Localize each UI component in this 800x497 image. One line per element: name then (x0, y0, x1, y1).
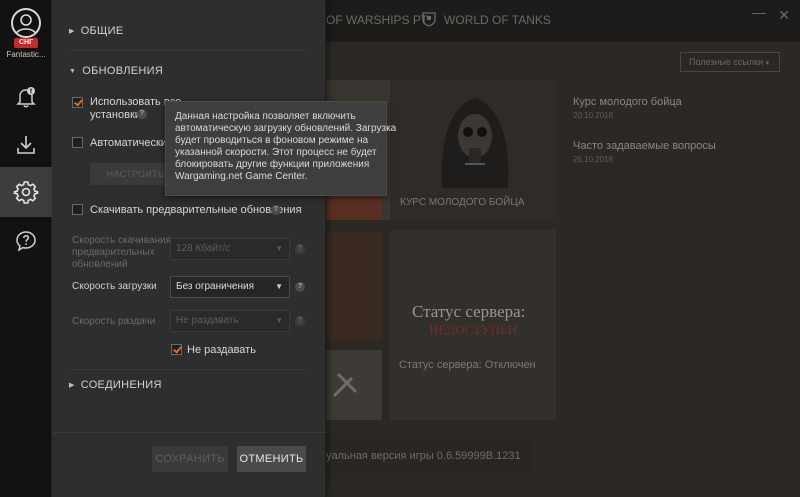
wot-logo-icon (422, 12, 436, 27)
tab-world-of-tanks[interactable]: WORLD OF TANKS (444, 13, 551, 27)
tab-world-of-warships[interactable]: OF WARSHIPS РТ (326, 13, 428, 27)
cancel-button[interactable]: ОТМЕНИТЬ (237, 446, 306, 472)
region-badge: СНГ (14, 38, 38, 48)
preload-label: Скачивать предварительные обновления (90, 204, 302, 216)
news-title[interactable]: Курс молодого бойца (573, 96, 682, 108)
no-seed-label: Не раздавать (187, 344, 256, 356)
preload-speed-label-line1: Скорость скачивания (72, 235, 171, 246)
preload-speed-label: Скорость скачивания предварительных обно… (72, 235, 171, 271)
no-seed-checkbox[interactable] (171, 344, 182, 355)
help-icon[interactable]: ? (295, 244, 305, 254)
chevron-right-icon: ▶ (69, 382, 75, 389)
chevron-down-icon: ▾ (765, 60, 770, 67)
auto-limit-label: Автоматически о (90, 137, 177, 149)
help-question-icon (16, 231, 36, 252)
gear-icon (13, 181, 39, 204)
settings-panel: ▶ ОБЩИЕ ▼ ОБНОВЛЕНИЯ Использовать все уста… (52, 0, 326, 497)
server-status-line: Статус сервера: Отключен (399, 359, 536, 371)
tooltip-line: Wargaming.net Game Center. (175, 171, 308, 182)
tooltip-line: Данная настройка позволяет включить (175, 111, 356, 122)
section-connections-label: СОЕДИНЕНИЯ (80, 379, 162, 391)
tooltip-line: указанной скорости. Этот процесс не буде… (175, 147, 377, 158)
download-icon (17, 136, 35, 154)
download-speed-value: Без ограничения (176, 281, 255, 292)
auto-limit-checkbox[interactable] (72, 137, 83, 148)
help-icon[interactable]: ? (295, 282, 305, 292)
notifications-button[interactable] (0, 72, 52, 122)
useful-links-dropdown[interactable]: Полезные ссылки ▾ (680, 52, 780, 72)
user-profile[interactable]: СНГ Fantastic... (0, 0, 52, 66)
username: Fantastic... (6, 50, 46, 59)
section-updates[interactable]: ▼ ОБНОВЛЕНИЯ (69, 65, 163, 77)
divider (69, 50, 306, 51)
close-icon[interactable]: ✕ (778, 7, 790, 24)
bell-icon (16, 87, 36, 108)
tooltip-line: автоматическую загрузку обновлений. Загр… (175, 123, 397, 134)
chevron-down-icon: ▼ (275, 316, 283, 325)
settings-button[interactable] (0, 167, 52, 217)
preload-speed-label-line2: предварительных (72, 247, 155, 258)
useful-links-label: Полезные ссылки (689, 57, 764, 67)
section-general[interactable]: ▶ ОБЩИЕ (69, 25, 124, 37)
tooltip-line: блокировать другие функции приложения (175, 159, 370, 170)
preload-speed-value: 128 Кбайт/с (176, 243, 231, 254)
help-icon[interactable]: ? (137, 109, 147, 119)
footer-divider (52, 432, 326, 433)
preload-speed-select[interactable]: 128 Кбайт/с ▼ (170, 238, 290, 260)
tile-caption: КУРС МОЛОДОГО БОЙЦА (400, 197, 525, 208)
training-course-tile[interactable]: КУРС МОЛОДОГО БОЙЦА (390, 80, 556, 220)
section-updates-label: ОБНОВЛЕНИЯ (82, 65, 164, 77)
promo-tile-red[interactable] (326, 232, 382, 340)
tools-icon (332, 372, 358, 398)
save-button[interactable]: СОХРАНИТЬ (152, 446, 228, 472)
avatar-icon[interactable] (11, 8, 41, 38)
chevron-right-icon: ▶ (69, 28, 75, 35)
game-version: ктуальная версия игры 0.6.59999В.1231 (316, 450, 521, 462)
downloads-button[interactable] (0, 120, 52, 170)
preload-checkbox[interactable] (72, 204, 83, 215)
gasmask-soldier-image (441, 98, 509, 188)
divider (69, 369, 306, 370)
section-connections[interactable]: ▶ СОЕДИНЕНИЯ (69, 379, 162, 391)
preload-speed-label-line3: обновлений (72, 259, 128, 270)
upload-speed-select[interactable]: Не раздавать ▼ (170, 310, 290, 332)
section-general-label: ОБЩИЕ (80, 25, 124, 37)
auto-install-checkbox[interactable] (72, 97, 83, 108)
auto-install-label-line2: установки (90, 109, 141, 121)
news-date: 26.10.2018 (573, 155, 614, 164)
chevron-down-icon: ▼ (275, 282, 283, 291)
download-speed-select[interactable]: Без ограничения ▼ (170, 276, 290, 298)
chevron-down-icon: ▼ (275, 244, 283, 253)
server-status-value: НЕДОСТУПЕН (429, 322, 518, 337)
upload-speed-label: Скорость раздачи (72, 316, 156, 327)
left-rail: СНГ Fantastic... (0, 0, 52, 497)
upload-speed-value: Не раздавать (176, 315, 239, 326)
tools-tile[interactable] (326, 350, 382, 420)
minimize-icon[interactable]: — (752, 4, 766, 20)
news-title[interactable]: Часто задаваемые вопросы (573, 140, 716, 152)
help-icon[interactable]: ? (271, 205, 281, 215)
download-speed-label: Скорость загрузки (72, 281, 157, 292)
auto-install-tooltip: Данная настройка позволяет включить авто… (165, 101, 397, 196)
news-date: 20.10.2018 (573, 111, 614, 120)
chevron-down-icon: ▼ (69, 68, 77, 75)
tooltip-line: будет проводиться в фоновом режиме на (175, 135, 369, 146)
help-icon[interactable]: ? (295, 316, 305, 326)
help-button[interactable] (0, 216, 52, 266)
server-status-title: Статус сервера: (412, 302, 526, 321)
